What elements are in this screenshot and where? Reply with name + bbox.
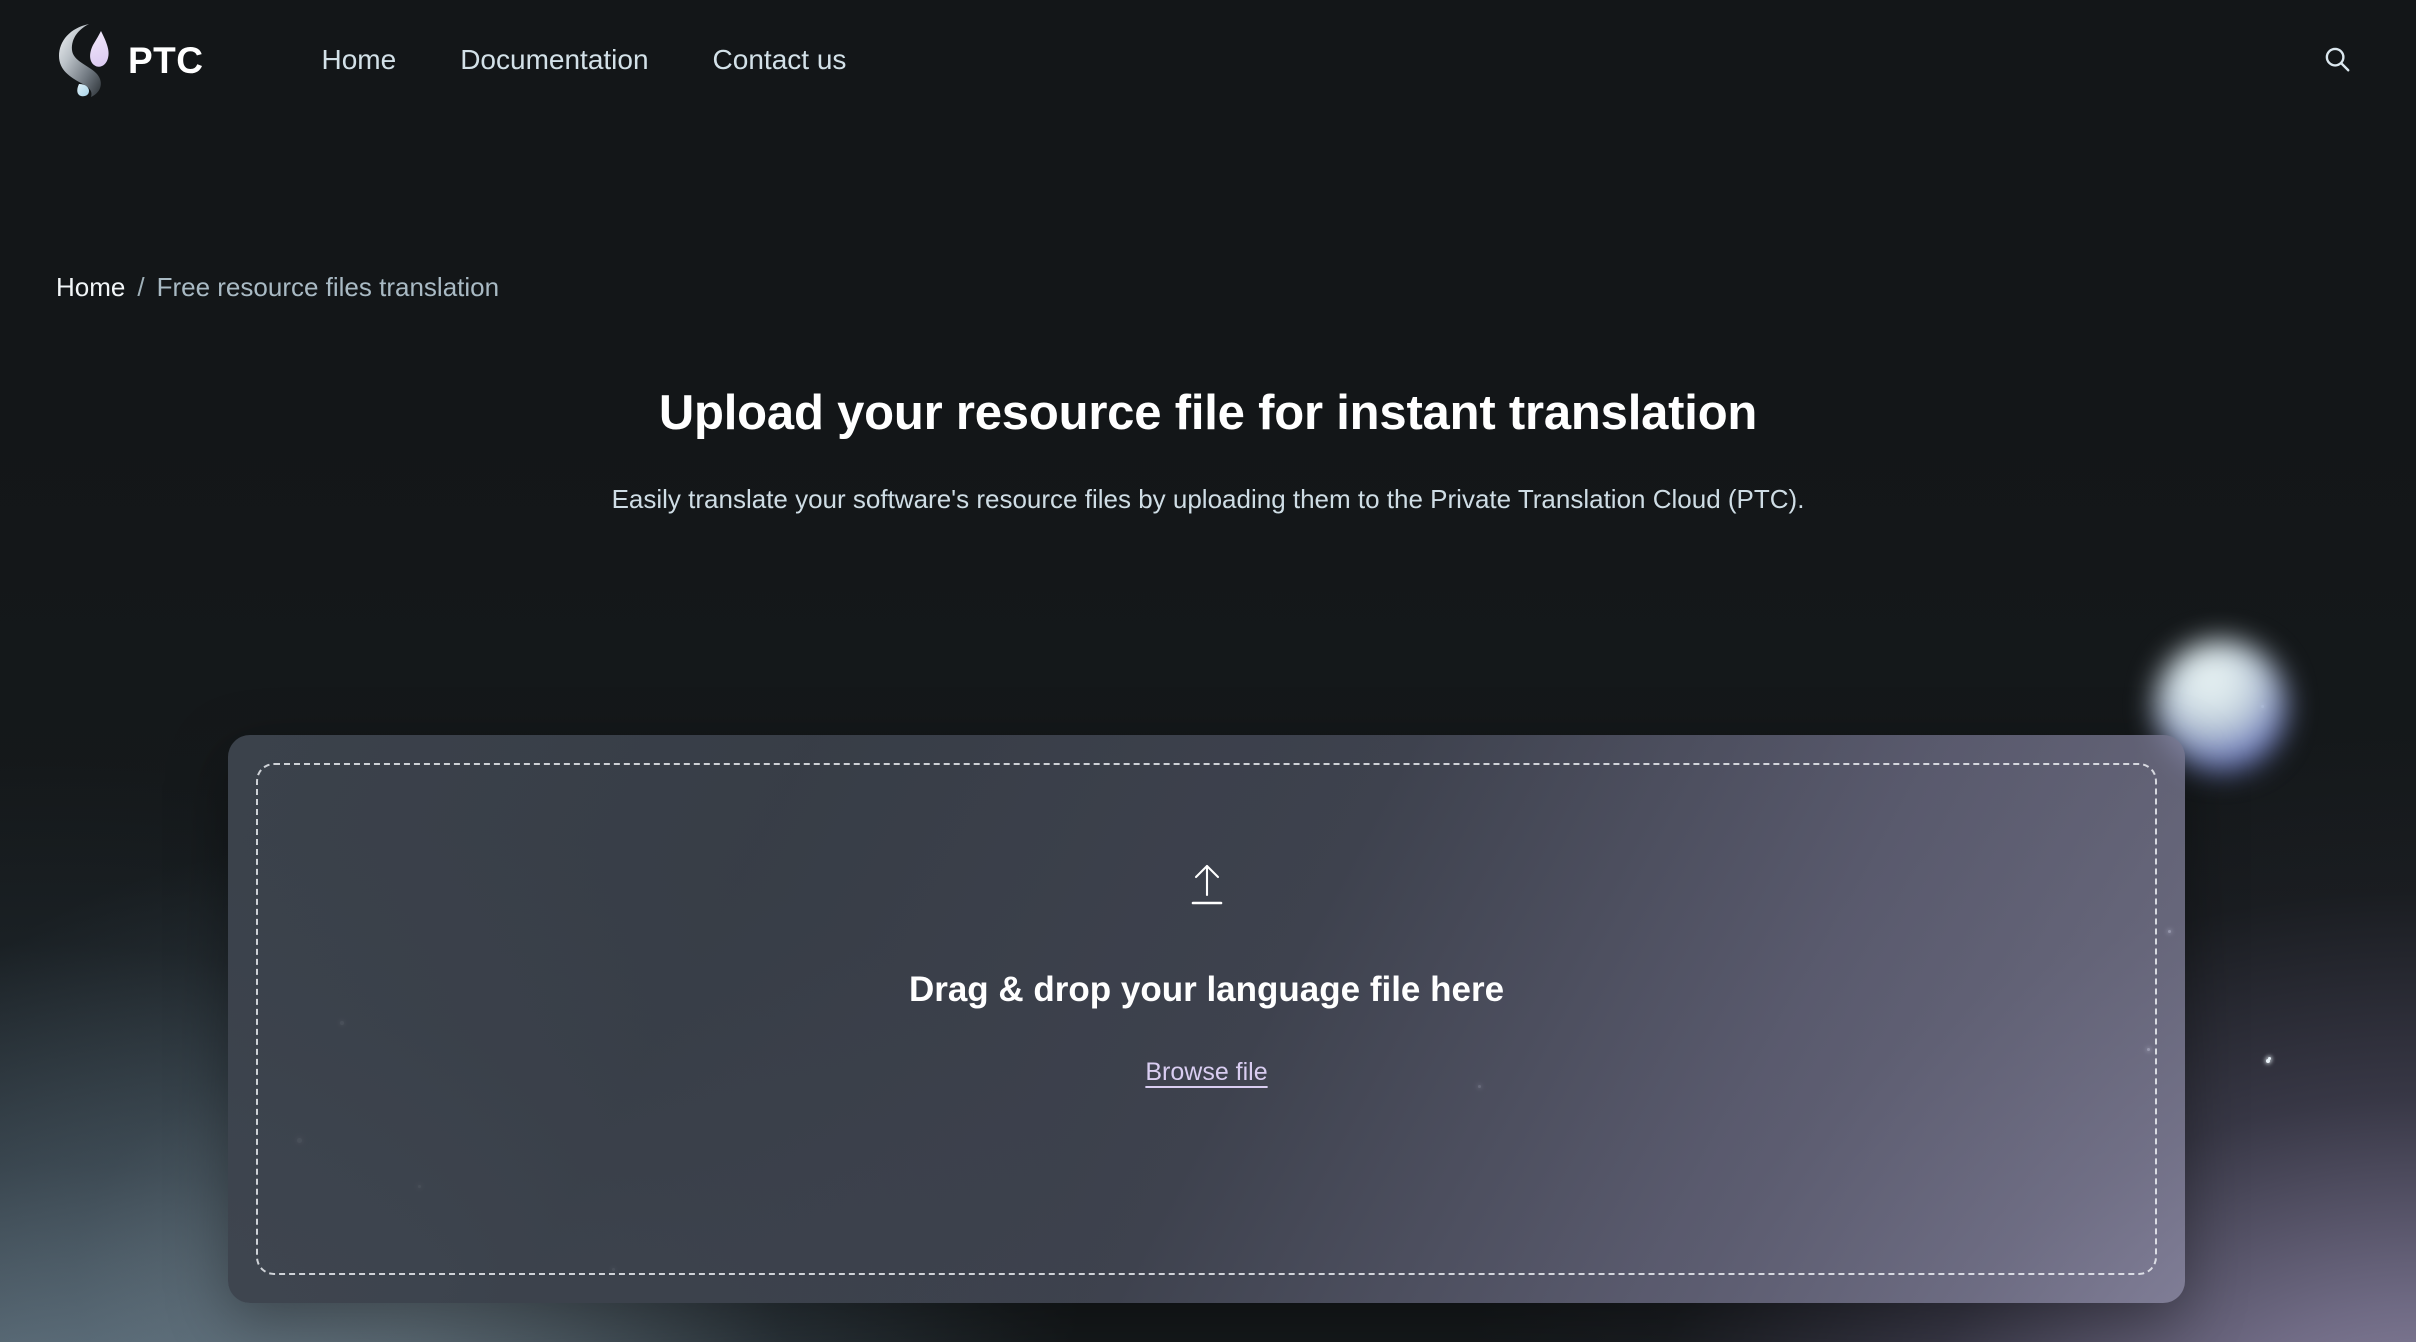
- dropzone-title: Drag & drop your language file here: [909, 970, 1504, 1010]
- brand-name: PTC: [128, 42, 204, 79]
- file-dropzone[interactable]: Drag & drop your language file here Brow…: [256, 763, 2157, 1275]
- breadcrumb-item-home[interactable]: Home: [56, 272, 125, 303]
- page-root: PTC Home Documentation Contact us Home /…: [0, 0, 2416, 1342]
- sparkle-dot: [2266, 1059, 2270, 1063]
- breadcrumb-separator: /: [137, 272, 144, 303]
- page-title: Upload your resource file for instant tr…: [0, 385, 2416, 441]
- search-icon: [2322, 44, 2352, 77]
- upload-card: Drag & drop your language file here Brow…: [228, 735, 2185, 1303]
- search-button[interactable]: [2310, 33, 2364, 87]
- upload-arrow-icon: [1186, 765, 1228, 908]
- nav-item-home[interactable]: Home: [290, 34, 429, 86]
- main-navigation: Home Documentation Contact us: [290, 34, 879, 86]
- breadcrumb: Home / Free resource files translation: [0, 272, 2416, 303]
- nav-item-documentation[interactable]: Documentation: [428, 34, 680, 86]
- sparkle-dot: [2268, 1057, 2271, 1060]
- brand-logo-link[interactable]: PTC: [56, 21, 204, 99]
- sparkle-dot: [2261, 705, 2264, 708]
- nav-item-contact-us[interactable]: Contact us: [681, 34, 879, 86]
- breadcrumb-item-current: Free resource files translation: [157, 272, 499, 303]
- browse-file-link[interactable]: Browse file: [1145, 1058, 1267, 1087]
- hero-section: Upload your resource file for instant tr…: [0, 385, 2416, 515]
- page-subtitle: Easily translate your software's resourc…: [0, 484, 2416, 515]
- ptc-droplet-logo-icon: [56, 21, 114, 99]
- site-header: PTC Home Documentation Contact us: [0, 0, 2416, 120]
